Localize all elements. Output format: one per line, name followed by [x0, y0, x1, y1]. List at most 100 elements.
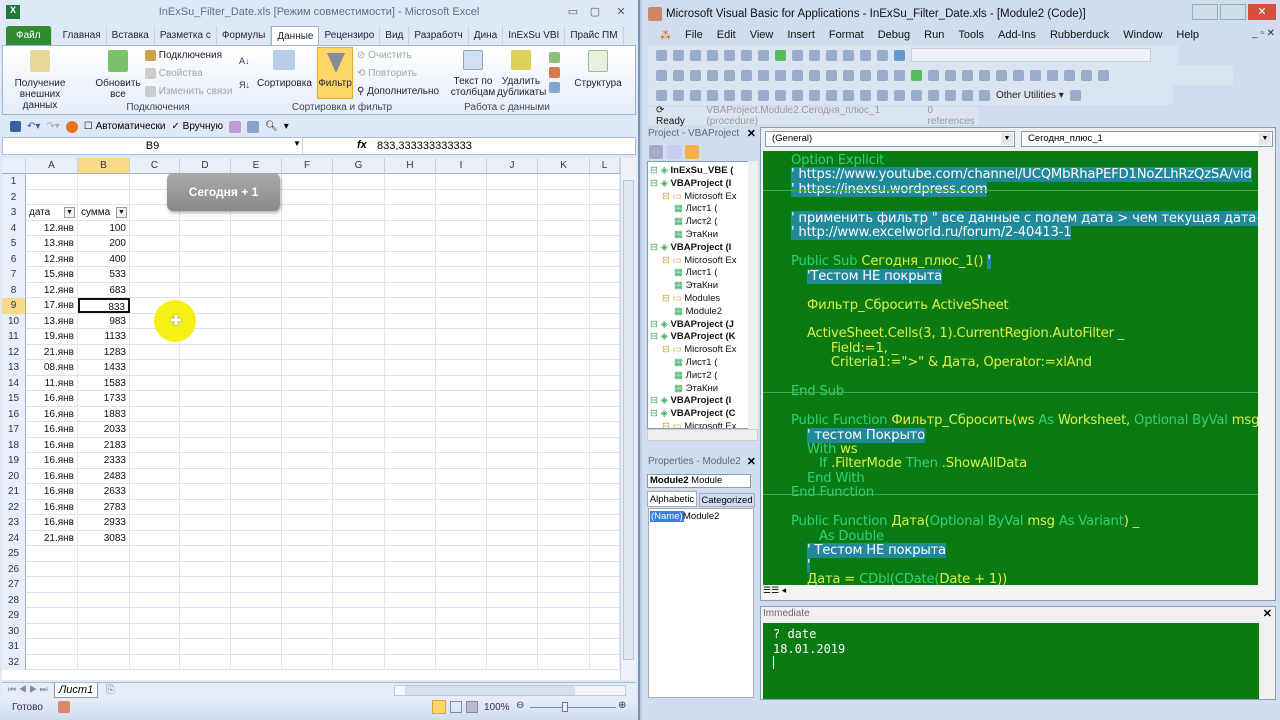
cell[interactable] — [282, 344, 333, 360]
cell[interactable] — [333, 251, 385, 267]
tab-11[interactable]: Прайс ПМ — [565, 26, 624, 45]
cell[interactable] — [436, 298, 487, 313]
cell[interactable] — [180, 391, 231, 406]
cell[interactable]: 16.янв — [26, 468, 78, 484]
cell[interactable]: 19.янв — [26, 329, 78, 344]
cell[interactable] — [282, 561, 333, 577]
cell[interactable] — [333, 406, 385, 422]
cell[interactable] — [436, 220, 487, 236]
cell[interactable] — [333, 282, 385, 298]
cell[interactable] — [538, 639, 590, 654]
cell[interactable] — [436, 546, 487, 561]
cell[interactable]: 1133 — [78, 329, 130, 344]
cell[interactable] — [385, 189, 436, 205]
row-header[interactable]: 5 — [2, 236, 26, 252]
cell[interactable] — [385, 515, 436, 530]
code-editor[interactable]: Option Explicit ' https://www.youtube.com… — [763, 151, 1258, 585]
cell[interactable] — [78, 608, 130, 623]
cell[interactable]: 2783 — [78, 499, 130, 515]
cell[interactable] — [538, 623, 590, 639]
cell[interactable] — [180, 236, 231, 251]
column-header[interactable]: B — [78, 158, 130, 174]
row-header[interactable]: 22 — [2, 499, 26, 515]
row-header[interactable]: 23 — [2, 515, 26, 531]
advanced-filter-button[interactable]: ⚲ Дополнительно — [357, 86, 439, 97]
cell[interactable] — [436, 205, 487, 220]
cell[interactable] — [487, 499, 538, 515]
cell[interactable] — [385, 282, 436, 298]
cell[interactable]: 2333 — [78, 453, 130, 468]
cell[interactable]: 11.янв — [26, 375, 78, 391]
cell[interactable] — [590, 453, 620, 468]
name-box[interactable]: B9 — [3, 138, 303, 154]
tree-node[interactable]: ▦ Лист1 ( — [674, 266, 717, 279]
current-procedure[interactable]: VBAProject.Module2.Сегодня_плюс_1 (proce… — [706, 105, 913, 127]
cell[interactable] — [333, 298, 385, 313]
row-header[interactable]: 13 — [2, 360, 26, 376]
cell[interactable] — [385, 453, 436, 468]
cell[interactable] — [436, 406, 487, 422]
cell[interactable] — [590, 375, 620, 391]
cell[interactable] — [385, 577, 436, 592]
project-tree[interactable]: ⊟ ◈ InExSu_VBE (⊟ ◈ VBAProject (I ⊟ ▭ Mic… — [647, 161, 749, 429]
toolbar-search-box[interactable] — [911, 48, 1151, 62]
cell[interactable] — [436, 484, 487, 499]
tree-node[interactable]: ▦ Лист2 ( — [674, 369, 717, 382]
cell[interactable] — [78, 654, 130, 670]
cell[interactable] — [487, 654, 538, 670]
tree-node[interactable]: ⊟ ▭ Modules — [662, 292, 720, 305]
cell[interactable] — [26, 592, 78, 608]
cell[interactable] — [130, 375, 180, 391]
references-count[interactable]: 0 references — [928, 105, 978, 127]
sort-button[interactable]: Сортировка — [257, 50, 312, 89]
cell[interactable] — [130, 282, 180, 298]
cell[interactable] — [180, 437, 231, 453]
cell[interactable] — [26, 546, 78, 561]
outline-button[interactable]: Структура — [573, 50, 623, 89]
cell[interactable] — [436, 282, 487, 298]
cell[interactable] — [385, 205, 436, 220]
column-header[interactable]: I — [436, 158, 487, 174]
object-selector[interactable]: Module2 Module — [647, 474, 751, 488]
cell[interactable] — [333, 546, 385, 561]
cell[interactable]: 15.янв — [26, 267, 78, 282]
cell[interactable] — [487, 391, 538, 406]
cell[interactable] — [282, 406, 333, 422]
cell[interactable] — [538, 561, 590, 577]
tree-horizontal-scrollbar[interactable] — [647, 429, 758, 441]
cell[interactable] — [231, 251, 282, 267]
cell[interactable] — [538, 313, 590, 329]
cell[interactable] — [385, 592, 436, 608]
cell[interactable] — [180, 344, 231, 360]
cell[interactable] — [282, 375, 333, 391]
cell[interactable] — [385, 561, 436, 577]
cell[interactable]: 2033 — [78, 422, 130, 437]
cell[interactable] — [590, 592, 620, 608]
cell[interactable] — [231, 654, 282, 670]
cell[interactable]: 08.янв — [26, 360, 78, 375]
cell[interactable] — [282, 639, 333, 654]
tree-node[interactable]: ▦ ЭтаКни — [674, 279, 718, 292]
cell[interactable] — [333, 577, 385, 592]
cell[interactable]: 12.янв — [26, 282, 78, 298]
cell[interactable] — [26, 623, 78, 639]
cell[interactable] — [282, 437, 333, 453]
cell[interactable] — [538, 236, 590, 251]
cell[interactable] — [282, 623, 333, 639]
cell[interactable] — [333, 205, 385, 220]
tab-8[interactable]: Разработч — [409, 26, 469, 45]
cell[interactable] — [180, 468, 231, 484]
row-header[interactable]: 21 — [2, 484, 26, 500]
tab-10[interactable]: InExSu VBI — [503, 26, 566, 45]
menu-rubberduck[interactable]: Rubberduck — [1050, 29, 1109, 41]
edit-links-button[interactable]: Изменить связи — [145, 86, 232, 97]
cell[interactable] — [130, 546, 180, 561]
cell[interactable] — [538, 205, 590, 220]
cell[interactable] — [282, 515, 333, 530]
cell[interactable] — [590, 468, 620, 484]
cell[interactable] — [487, 298, 538, 313]
cell[interactable] — [385, 298, 436, 313]
view-code-icon[interactable] — [649, 145, 663, 159]
cell[interactable] — [78, 189, 130, 205]
cell[interactable] — [333, 515, 385, 530]
